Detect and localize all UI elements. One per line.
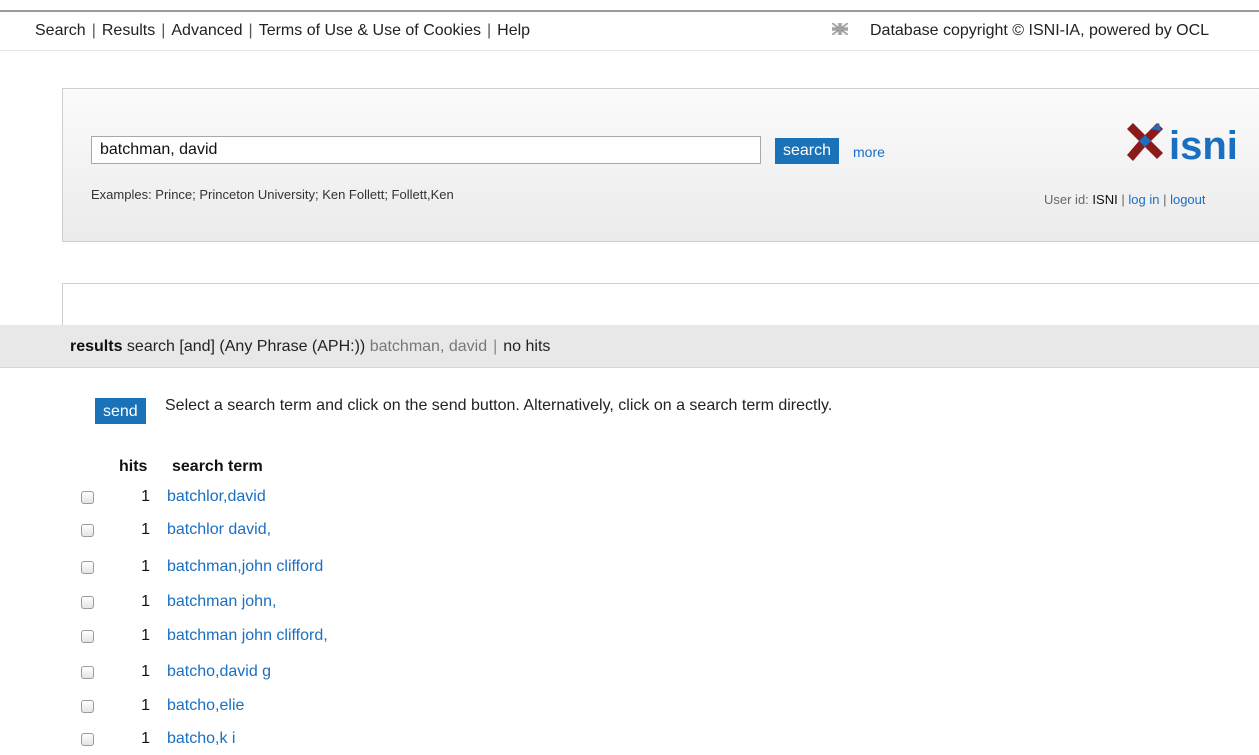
row-search-term-link[interactable]: batchman john clifford, — [167, 627, 328, 645]
table-row: 1 batchman,john clifford — [0, 555, 700, 581]
row-hits: 1 — [141, 697, 150, 714]
column-header-search-term: search term — [172, 458, 263, 475]
table-row: 1 batchlor,david — [0, 485, 700, 511]
table-row: 1 batcho,david g — [0, 660, 700, 686]
search-input[interactable] — [91, 136, 761, 164]
row-checkbox[interactable] — [81, 524, 94, 537]
row-search-term-link[interactable]: batchlor david, — [167, 521, 271, 539]
row-checkbox[interactable] — [81, 561, 94, 574]
results-label: results — [70, 338, 123, 355]
results-status: no hits — [503, 338, 551, 355]
send-button[interactable]: send — [95, 398, 146, 424]
row-search-term-link[interactable]: batchman,john clifford — [167, 558, 323, 576]
table-row: 1 batcho,k i — [0, 727, 700, 753]
copyright-notice: Database copyright © ISNI-IA, powered by… — [832, 22, 1209, 40]
nav-links: Search | Results | Advanced | Terms of Use & U… — [35, 22, 530, 40]
row-search-term-link[interactable]: batchlor,david — [167, 488, 266, 506]
nav-link-terms[interactable]: Terms of Use & Use of Cookies — [259, 22, 481, 39]
login-link[interactable]: log in — [1128, 192, 1159, 207]
row-checkbox[interactable] — [81, 666, 94, 679]
results-query: search [and] (Any Phrase (APH:)) — [126, 338, 366, 355]
copyright-text: Database copyright © ISNI-IA, powered by… — [870, 22, 1210, 39]
row-checkbox[interactable] — [81, 733, 94, 746]
results-box — [62, 283, 1259, 326]
logo-wordmark: isni — [1169, 124, 1238, 168]
row-checkbox[interactable] — [81, 700, 94, 713]
table-row: 1 batchman john, — [0, 590, 700, 616]
user-info: User id: ISNI | log in | logout — [1044, 192, 1206, 207]
user-id-value: ISNI — [1092, 192, 1118, 207]
results-summary: results search [and] (Any Phrase (APH:))… — [70, 338, 550, 356]
nav-link-search[interactable]: Search — [35, 22, 86, 39]
row-search-term-link[interactable]: batchman john, — [167, 593, 276, 611]
send-instruction: Select a search term and click on the se… — [165, 397, 833, 414]
row-search-term-link[interactable]: batcho,elie — [167, 697, 244, 715]
row-search-term-link[interactable]: batcho,k i — [167, 730, 235, 748]
logout-link[interactable]: logout — [1170, 192, 1205, 207]
row-hits: 1 — [141, 593, 150, 610]
isni-logo-icon[interactable]: isni — [1119, 119, 1254, 169]
row-hits: 1 — [141, 558, 150, 575]
uk-flag-icon[interactable] — [832, 23, 848, 36]
row-search-term-link[interactable]: batcho,david g — [167, 663, 271, 681]
user-separator: | — [1121, 192, 1125, 207]
row-checkbox[interactable] — [81, 491, 94, 504]
column-header-hits: hits — [119, 458, 148, 475]
nav-link-advanced[interactable]: Advanced — [171, 22, 242, 39]
table-row: 1 batcho,elie — [0, 694, 700, 720]
more-link[interactable]: more — [853, 144, 885, 160]
row-checkbox[interactable] — [81, 596, 94, 609]
user-separator: | — [1163, 192, 1167, 207]
search-button[interactable]: search — [775, 138, 840, 164]
search-panel: search more Examples: Prince; Princeton … — [62, 88, 1259, 242]
nav-link-results[interactable]: Results — [102, 22, 155, 39]
results-summary-bar: results search [and] (Any Phrase (APH:))… — [0, 325, 1259, 368]
row-hits: 1 — [141, 521, 150, 538]
nav-link-help[interactable]: Help — [497, 22, 530, 39]
results-query-term: batchman, david — [369, 338, 488, 355]
top-navigation: Search | Results | Advanced | Terms of Use & U… — [0, 12, 1259, 51]
table-row: 1 batchlor david, — [0, 518, 700, 544]
user-id-prefix: User id: — [1044, 192, 1089, 207]
nav-separator: | — [161, 22, 166, 39]
results-separator: | — [493, 338, 498, 355]
row-checkbox[interactable] — [81, 630, 94, 643]
row-hits: 1 — [141, 488, 150, 505]
search-examples: Examples: Prince; Princeton University; … — [91, 187, 454, 202]
nav-separator: | — [91, 22, 96, 39]
nav-separator: | — [248, 22, 253, 39]
row-hits: 1 — [141, 663, 150, 680]
row-hits: 1 — [141, 627, 150, 644]
table-row: 1 batchman john clifford, — [0, 624, 700, 650]
row-hits: 1 — [141, 730, 150, 747]
nav-separator: | — [487, 22, 492, 39]
